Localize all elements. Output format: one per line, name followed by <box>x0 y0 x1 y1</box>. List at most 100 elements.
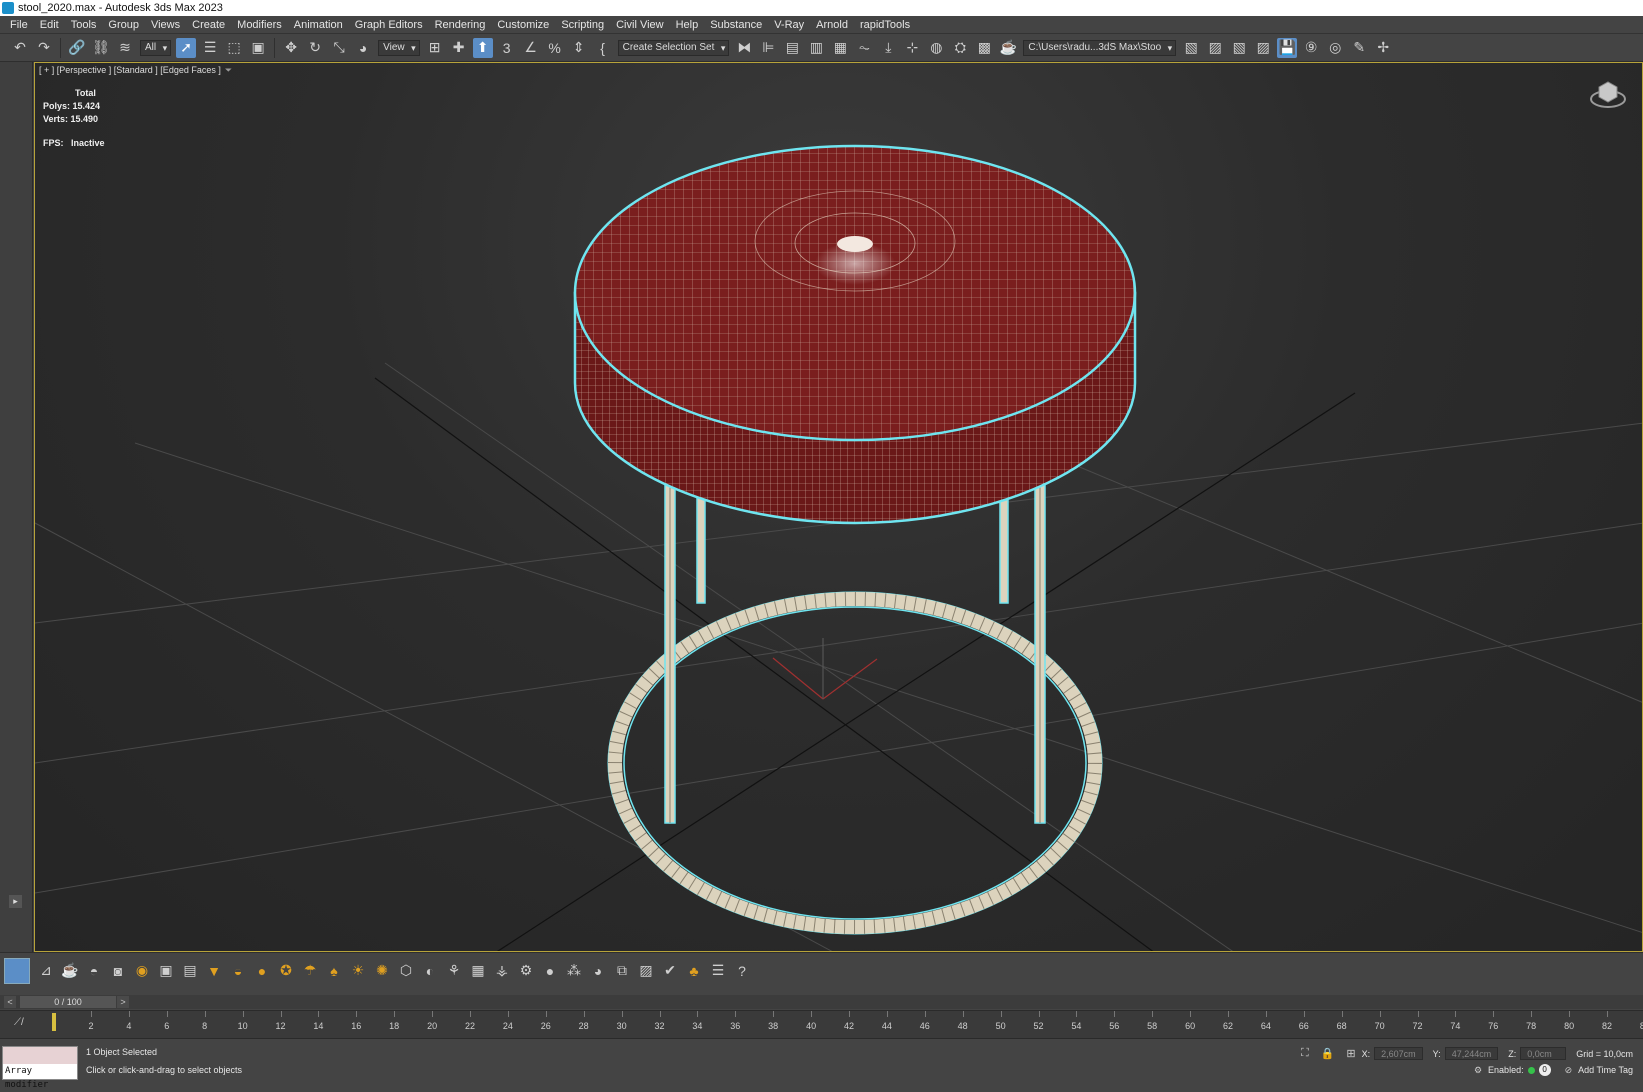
angle-snap-icon[interactable]: ∠ <box>521 38 541 58</box>
menu-substance[interactable]: Substance <box>704 16 768 34</box>
named-selection-dropdown[interactable]: Create Selection Set <box>617 39 730 56</box>
viewport-label[interactable]: [ + ] [Perspective ] [Standard ] [Edged … <box>39 65 232 76</box>
proxy-icon[interactable]: ◐ <box>419 960 441 982</box>
viewport-label-text[interactable]: [ + ] [Perspective ] [Standard ] [Edged … <box>39 65 221 75</box>
viewport-layout-icon[interactable] <box>4 957 30 984</box>
open-project-icon[interactable]: ▨ <box>1205 38 1225 58</box>
unlink-icon[interactable]: ⛓ <box>91 38 111 58</box>
undo-icon[interactable]: ↶ <box>10 38 30 58</box>
absolute-mode-icon[interactable]: ⊞ <box>1346 1047 1355 1060</box>
help-icon[interactable]: ? <box>731 960 753 982</box>
brush-icon[interactable]: ✎ <box>1349 38 1369 58</box>
redo-icon[interactable]: ↷ <box>34 38 54 58</box>
mesh-light-icon[interactable]: ☂ <box>299 960 321 982</box>
spot-light-icon[interactable]: ▼ <box>203 960 225 982</box>
filter-icon[interactable]: ⏷ <box>225 65 232 75</box>
x-coordinate-field[interactable]: 2,607cm <box>1374 1047 1423 1060</box>
vray-logo-icon[interactable]: ✔ <box>659 960 681 982</box>
search-commands-icon[interactable]: ◎ <box>1325 38 1345 58</box>
menu-rapidtools[interactable]: rapidTools <box>854 16 916 34</box>
menu-file[interactable]: File <box>4 16 34 34</box>
render-production-icon[interactable]: ☕ <box>998 38 1018 58</box>
frame-buffer-icon[interactable]: ▨ <box>635 960 657 982</box>
render-camera-icon[interactable]: ▤ <box>179 960 201 982</box>
bind-spacewarp-icon[interactable]: ≋ <box>115 38 135 58</box>
volume-icon[interactable]: ▦ <box>467 960 489 982</box>
dome-light-icon[interactable]: ◒ <box>227 960 249 982</box>
menu-customize[interactable]: Customize <box>491 16 555 34</box>
list-icon[interactable]: ☰ <box>707 960 729 982</box>
menu-create[interactable]: Create <box>186 16 231 34</box>
time-tag-icon[interactable]: ⊘ <box>1565 1065 1573 1076</box>
menu-animation[interactable]: Animation <box>288 16 349 34</box>
project-folder-icon[interactable]: ▧ <box>1181 38 1201 58</box>
menu-edit[interactable]: Edit <box>34 16 65 34</box>
scene-explorer-icon[interactable]: ▥ <box>806 38 826 58</box>
auto-backup-icon[interactable]: 💾 <box>1277 37 1298 58</box>
maxscript-output[interactable]: Array modifier <box>3 1064 77 1092</box>
percent-snap-icon[interactable]: % <box>545 38 565 58</box>
menu-graph-editors[interactable]: Graph Editors <box>349 16 429 34</box>
frame-indicator[interactable]: 0 / 100 <box>20 996 116 1008</box>
expand-arrow-icon[interactable]: ▸ <box>9 895 22 908</box>
project-path-dropdown[interactable]: C:\Users\radu...3dS Max\Stoo <box>1023 39 1177 56</box>
track-bar[interactable]: ⟋/ 2 4 6 8 10 12 14 16 18 20 22 24 26 28 30 32 34 36 38 40 4… <box>0 1010 1643 1038</box>
menu-help[interactable]: Help <box>670 16 705 34</box>
window-crossing-icon[interactable]: ▣ <box>248 38 268 58</box>
schematic-view-icon[interactable]: ⊹ <box>902 38 922 58</box>
box-icon[interactable]: ⬡ <box>395 960 417 982</box>
sphere-icon[interactable]: ◓ <box>83 960 105 982</box>
lock-icon[interactable]: 🔒 <box>1321 1047 1335 1060</box>
mirror-icon[interactable]: ⧓ <box>734 38 754 58</box>
curve-editor-icon[interactable]: ⏦ <box>854 38 874 58</box>
render-setup-icon[interactable]: ⛭ <box>950 38 970 58</box>
menu-views[interactable]: Views <box>145 16 186 34</box>
film-icon[interactable]: ▣ <box>155 960 177 982</box>
converter-icon[interactable]: ⧉ <box>611 960 633 982</box>
menu-modifiers[interactable]: Modifiers <box>231 16 288 34</box>
render-frame-icon[interactable]: ▩ <box>974 38 994 58</box>
transform-tool-icon[interactable]: ✢ <box>1373 38 1393 58</box>
menu-rendering[interactable]: Rendering <box>429 16 492 34</box>
help-badge-icon[interactable]: ⑨ <box>1301 38 1321 58</box>
reference-coordinate-dropdown[interactable]: View <box>378 39 420 56</box>
viewcube-icon[interactable] <box>1588 73 1628 113</box>
rectangular-selection-icon[interactable]: ⬚ <box>224 38 244 58</box>
isolate-icon[interactable]: ⛶ <box>1301 1047 1309 1060</box>
rotate-icon[interactable]: ↻ <box>305 38 325 58</box>
selection-filter-dropdown[interactable]: All <box>140 39 172 56</box>
keyboard-shortcut-override-icon[interactable]: ⬆ <box>472 37 493 58</box>
select-object-icon[interactable]: ➚ <box>176 37 197 58</box>
menu-arnold[interactable]: Arnold <box>810 16 854 34</box>
select-by-name-icon[interactable]: ☰ <box>200 38 220 58</box>
perspective-viewport[interactable]: [ + ] [Perspective ] [Standard ] [Edged … <box>34 62 1643 952</box>
light-bulb-icon[interactable]: ◉ <box>131 960 153 982</box>
plugin-icon[interactable]: ⚙ <box>515 960 537 982</box>
y-coordinate-field[interactable]: 47,244cm <box>1444 1047 1499 1060</box>
sphere-light-icon[interactable]: ● <box>251 960 273 982</box>
menu-scripting[interactable]: Scripting <box>555 16 610 34</box>
material-ball-icon[interactable]: ● <box>539 960 561 982</box>
z-coordinate-field[interactable]: 0,0cm <box>1520 1047 1567 1060</box>
snaps-toggle-icon[interactable]: 3 <box>497 38 517 58</box>
current-frame-marker[interactable] <box>52 1013 56 1031</box>
project-settings-icon[interactable]: ▨ <box>1253 38 1273 58</box>
move-icon[interactable]: ✥ <box>281 38 301 58</box>
add-time-tag[interactable]: Add Time Tag <box>1578 1065 1633 1075</box>
layer-explorer-icon[interactable]: ▤ <box>782 38 802 58</box>
material-editor-icon[interactable]: ◍ <box>926 38 946 58</box>
axis-icon[interactable]: ⊿ <box>35 960 57 982</box>
time-slider[interactable]: < 0 / 100 > <box>0 995 1643 1009</box>
edit-named-selection-icon[interactable]: { <box>593 38 613 58</box>
tree-icon[interactable]: ♣ <box>683 960 705 982</box>
menu-vray[interactable]: V-Ray <box>768 16 810 34</box>
set-project-icon[interactable]: ▧ <box>1229 38 1249 58</box>
dope-sheet-icon[interactable]: ⤓ <box>878 38 898 58</box>
menu-group[interactable]: Group <box>102 16 145 34</box>
fur-icon[interactable]: ⚶ <box>491 960 513 982</box>
ies-light-icon[interactable]: ✪ <box>275 960 297 982</box>
align-icon[interactable]: ⊫ <box>758 38 778 58</box>
link-icon[interactable]: 🔗 <box>67 38 87 58</box>
spinner-snap-icon[interactable]: ⇕ <box>569 38 589 58</box>
scale-icon[interactable]: ⤡ <box>329 38 349 58</box>
